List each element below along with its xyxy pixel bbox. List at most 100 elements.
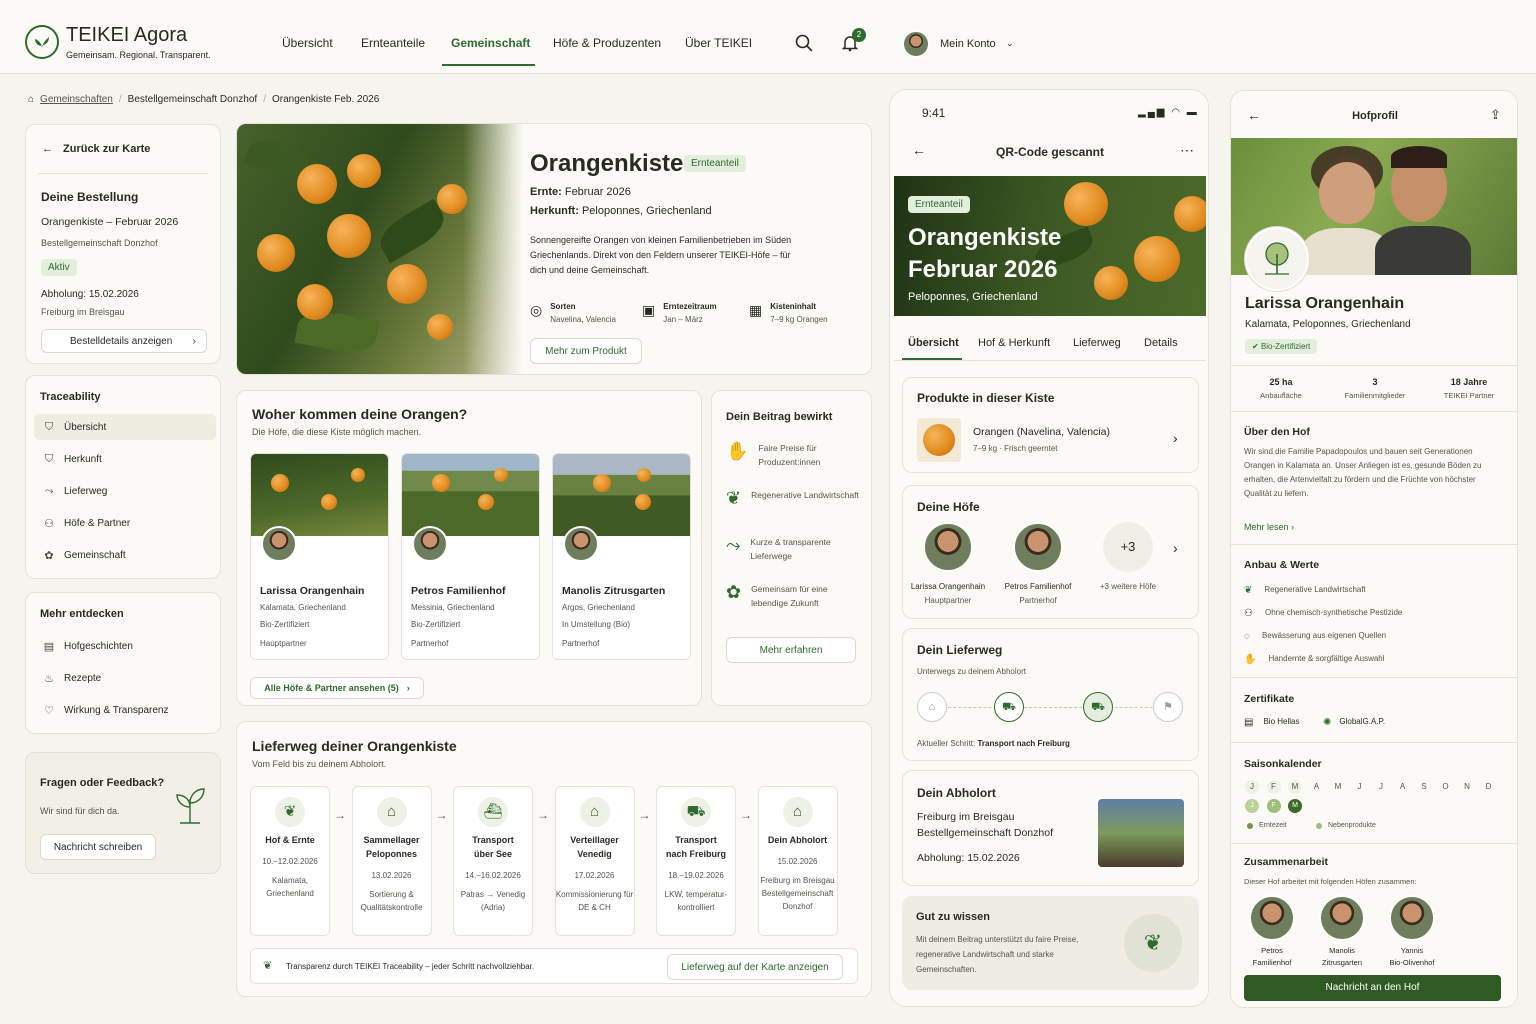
route-step-date: 10.–12.02.2026: [262, 857, 318, 866]
trace-item-community[interactable]: ✿ Gemeinschaft: [34, 542, 216, 568]
truck-icon: ⛟: [1083, 692, 1113, 722]
breadcrumb-communities[interactable]: Gemeinschaften: [40, 94, 113, 105]
trace-item-origin[interactable]: ⛉ Herkunft: [34, 446, 216, 472]
farm-place: Kalamata, Peloponnes, Griechenland: [1245, 319, 1411, 330]
farms-section: Woher kommen deine Orangen? Die Höfe, di…: [236, 390, 702, 706]
feedback-card: Fragen oder Feedback? Wir sind für dich …: [25, 752, 221, 874]
route-step-detail: Freiburg im Breisgau Bestellgemeinschaft…: [760, 876, 835, 911]
route-step-title-2: nach Freiburg: [665, 849, 726, 859]
season-marker: F: [1266, 799, 1281, 813]
phone-farm-name: Petros Familienhof: [1004, 582, 1072, 591]
impact-item-label: Regenerative Landwirtschaft: [751, 490, 859, 500]
trace-item-label: Lieferweg: [64, 485, 108, 497]
home-icon[interactable]: ⌂: [28, 94, 34, 105]
route-step-date: 13.02.2026: [371, 871, 412, 880]
phone-tab-details[interactable]: Details: [1144, 337, 1178, 349]
discover-item-recipes[interactable]: ♨ Rezepte: [34, 665, 216, 691]
breadcrumb-separator: /: [118, 94, 122, 105]
more-icon[interactable]: ⋯: [1180, 142, 1194, 159]
book-icon: ▤: [43, 640, 55, 653]
route-icon: ⤳: [44, 484, 54, 497]
trace-item-label: Höfe & Partner: [64, 517, 131, 529]
hand-icon: ✋: [1244, 654, 1257, 665]
route-current-value: Transport nach Freiburg: [977, 739, 1070, 748]
status-time: 9:41: [922, 106, 946, 120]
phone-hero-title-1: Orangenkiste: [908, 224, 1062, 251]
fact-varieties: ◎ Sorten Navelina, Valencia: [530, 302, 616, 324]
write-message-button[interactable]: Nachricht schreiben: [40, 834, 156, 860]
show-route-on-map-button[interactable]: Lieferweg auf der Karte anzeigen: [667, 954, 843, 980]
phone-tab-farm[interactable]: Hof & Herkunft: [978, 337, 1050, 349]
stat-label: Anbaufläche: [1260, 391, 1302, 400]
discover-item-impact[interactable]: ♡ Wirkung & Transparenz: [34, 697, 216, 723]
nav-farms[interactable]: Höfe & Produzenten: [553, 36, 661, 50]
month-label: D: [1485, 782, 1492, 791]
nav-overview[interactable]: Übersicht: [282, 36, 333, 50]
more-about-product-button[interactable]: Mehr zum Produkt: [530, 338, 642, 364]
handshake-icon: ✋: [726, 441, 749, 461]
order-card: ← Zurück zur Karte Deine Bestellung Orang…: [25, 124, 221, 364]
sprout-icon: ❦: [263, 960, 273, 972]
cert-label: GlobalG.A.P.: [1339, 717, 1386, 726]
chevron-right-icon[interactable]: ›: [1173, 540, 1178, 556]
account-menu[interactable]: Mein Konto: [940, 38, 996, 50]
more-farms-label: +3 weitere Höfe: [1099, 582, 1157, 591]
phone-products-card[interactable]: Produkte in dieser Kiste Orangen (Naveli…: [902, 377, 1199, 473]
nav-community[interactable]: Gemeinschaft: [451, 36, 530, 50]
route-footer: ❦ Transparenz durch TEIKEI Traceability …: [250, 948, 858, 984]
route-step-detail: Kalamata, Griechenland: [266, 876, 314, 898]
chevron-down-icon[interactable]: ⌄: [1006, 38, 1014, 49]
coop-farm-name: Yannis: [1400, 946, 1424, 955]
community-icon: ✿: [44, 549, 54, 562]
share-icon[interactable]: ⇪: [1490, 107, 1501, 123]
phone-route-subtitle: Unterwegs zu deinem Abholort: [917, 667, 1026, 676]
impact-item: ✿ Gemeinsam für eine lebendige Zukunft: [726, 582, 866, 610]
orange-orchard-image: [237, 124, 523, 374]
farm-avatar[interactable]: [923, 522, 973, 572]
all-farms-button[interactable]: Alle Höfe & Partner ansehen (5) ›: [250, 677, 424, 699]
order-details-button[interactable]: Bestelldetails anzeigen ›: [41, 329, 207, 353]
farm-photo: [402, 454, 539, 536]
farm-card[interactable]: Manolis Zitrusgarten Argos, Griechenland…: [552, 453, 691, 660]
trace-item-route[interactable]: ⤳ Lieferweg: [34, 478, 216, 504]
coop-title: Zusammenarbeit: [1244, 856, 1329, 868]
coop-farm-name: Zitrusgarten: [1321, 958, 1363, 967]
brand-tagline: Gemeinsam. Regional. Transparent.: [66, 50, 211, 60]
back-to-map-button[interactable]: ← Zurück zur Karte: [42, 143, 150, 155]
route-step: ⌂ Dein Abholort 15.02.2026 Freiburg im B…: [757, 786, 838, 936]
discover-item-stories[interactable]: ▤ Hofgeschichten: [34, 633, 216, 659]
breadcrumb-group[interactable]: Bestellgemeinschaft Donzhof: [128, 94, 258, 105]
read-more-link[interactable]: Mehr lesen ›: [1244, 522, 1294, 532]
impact-item: ⤳ Kurze & transparente Lieferwege: [726, 535, 866, 563]
account-avatar[interactable]: [902, 30, 930, 58]
search-icon[interactable]: [795, 34, 813, 57]
nav-harvest-shares[interactable]: Ernteanteile: [361, 36, 425, 50]
farm-role: Partnerhof: [411, 639, 449, 648]
farm-card[interactable]: Larissa Orangenhain Kalamata, Griechenla…: [250, 453, 389, 660]
farmer-avatar: [563, 526, 599, 562]
message-farm-button[interactable]: Nachricht an den Hof: [1244, 975, 1501, 1001]
season-marker: M: [1288, 799, 1302, 813]
phone-tab-overview[interactable]: Übersicht: [908, 337, 959, 349]
product-badge: Ernteanteil: [684, 155, 746, 172]
fact-title: Erntezeitraum: [663, 302, 717, 311]
nav-about[interactable]: Über TEIKEI: [685, 36, 752, 50]
route-subtitle: Vom Feld bis zu deinem Abholort.: [252, 759, 387, 769]
learn-more-button[interactable]: Mehr erfahren: [726, 637, 856, 663]
coop-farm-avatar[interactable]: [1389, 895, 1435, 941]
route-footer-text: Transparenz durch TEIKEI Traceability – …: [286, 962, 535, 971]
month-label: A: [1399, 782, 1406, 791]
more-farms-circle[interactable]: +3: [1103, 522, 1153, 572]
farm-name: Manolis Zitrusgarten: [562, 585, 666, 597]
phone-product-info: 7–9 kg · Frisch geerntet: [973, 444, 1058, 453]
farm-avatar[interactable]: [1013, 522, 1063, 572]
month-label: O: [1442, 782, 1449, 791]
coop-farm-avatar[interactable]: [1249, 895, 1295, 941]
farm-card[interactable]: Petros Familienhof Messinia, Griechenlan…: [401, 453, 540, 660]
coop-farm-avatar[interactable]: [1319, 895, 1365, 941]
phone-tab-route[interactable]: Lieferweg: [1073, 337, 1121, 349]
pickup-icon: ⚑: [1153, 692, 1183, 722]
trace-item-overview[interactable]: ⛉ Übersicht: [34, 414, 216, 440]
trace-item-farms[interactable]: ⚇ Höfe & Partner: [34, 510, 216, 536]
logo-icon[interactable]: [25, 25, 59, 59]
